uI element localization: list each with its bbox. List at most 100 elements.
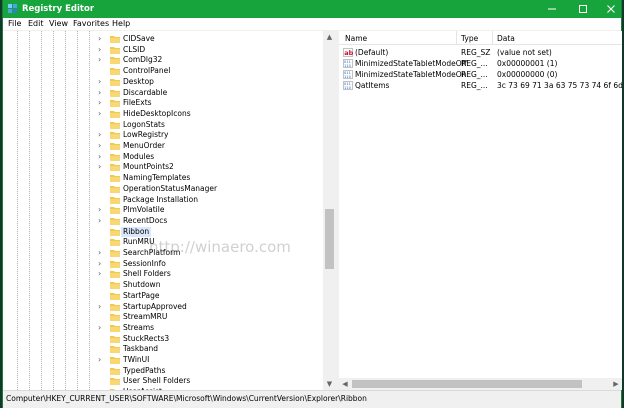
minimize-button[interactable]	[538, 0, 566, 18]
chevron-right-icon[interactable]: ›	[98, 162, 106, 172]
tree-item[interactable]: ControlPanel	[3, 66, 323, 77]
chevron-right-icon[interactable]: ›	[98, 302, 106, 312]
chevron-right-icon[interactable]: ›	[98, 130, 106, 140]
tree-item[interactable]: › TWinUI	[3, 355, 323, 366]
value-row[interactable]: 011 110 QatItems REG_... 3c 73 69 71 3a 63 7…	[339, 80, 622, 91]
tree-item-label: ComDlg32	[123, 55, 163, 65]
tree-item-label: User Shell Folders	[123, 376, 191, 386]
tree-item[interactable]: Shutdown	[3, 280, 323, 291]
tree-item[interactable]: Taskband	[3, 344, 323, 355]
tree-item-label: Package Installation	[123, 194, 199, 204]
tree-item-label: TypedPaths	[123, 365, 166, 375]
value-row[interactable]: ab (Default) REG_SZ (value not set)	[339, 47, 622, 58]
chevron-right-icon[interactable]: ›	[98, 248, 106, 258]
chevron-right-icon[interactable]: ›	[98, 269, 106, 279]
tree-scroll-thumb[interactable]	[325, 209, 334, 269]
tree-item[interactable]: LogonStats	[3, 120, 323, 131]
column-divider[interactable]	[456, 31, 457, 45]
close-icon	[607, 5, 615, 13]
tree-item[interactable]: StuckRects3	[3, 334, 323, 345]
title-bar[interactable]: Registry Editor	[3, 0, 621, 18]
folder-icon	[110, 68, 120, 76]
tree-item-label: HideDesktopIcons	[123, 108, 191, 118]
menu-file[interactable]: File	[8, 19, 21, 28]
chevron-right-icon[interactable]: ›	[98, 55, 106, 65]
tree-item-label: Taskband	[123, 344, 159, 354]
tree-item[interactable]: › RecentDocs	[3, 216, 323, 227]
close-button[interactable]	[597, 0, 624, 18]
folder-icon	[110, 282, 120, 290]
tree-item[interactable]: Ribbon	[3, 226, 323, 238]
tree-item[interactable]: › Discardable	[3, 88, 323, 99]
chevron-right-icon[interactable]: ›	[98, 323, 106, 333]
folder-icon	[110, 89, 120, 97]
scroll-up-arrow-icon[interactable]: ▲	[323, 31, 336, 43]
chevron-right-icon[interactable]: ›	[98, 152, 106, 162]
value-type-cell: REG_SZ	[461, 48, 491, 57]
tree-item-label: CLSID	[123, 44, 146, 54]
value-data-cell: 0x00000001 (1)	[497, 59, 558, 68]
folder-icon	[110, 153, 120, 161]
tree-item[interactable]: StreamMRU	[3, 312, 323, 323]
tree-item[interactable]: › Desktop	[3, 77, 323, 88]
value-row[interactable]: 011 110 MinimizedStateTabletModeOff REG_...…	[339, 58, 622, 69]
tree-item[interactable]: › Shell Folders	[3, 269, 323, 280]
tree-item[interactable]: › PlmVolatile	[3, 205, 323, 216]
tree-item[interactable]: › HideDesktopIcons	[3, 109, 323, 120]
chevron-right-icon[interactable]: ›	[98, 259, 106, 269]
tree-item-label: Ribbon	[121, 226, 152, 238]
tree-item[interactable]: › MountPoints2	[3, 162, 323, 173]
tree-item[interactable]: › FileExts	[3, 98, 323, 109]
values-scroll-thumb[interactable]	[352, 380, 582, 388]
tree-item[interactable]: › MenuOrder	[3, 141, 323, 152]
chevron-right-icon[interactable]: ›	[98, 98, 106, 108]
column-header-type[interactable]: Type	[461, 34, 478, 43]
key-tree-pane[interactable]: › CIDSave › CLSID › ComDlg32 ControlPanel › Desk…	[3, 31, 336, 390]
scroll-left-arrow-icon[interactable]: ◀	[339, 378, 351, 390]
tree-vertical-scrollbar[interactable]: ▲ ▼	[323, 31, 336, 390]
chevron-right-icon[interactable]: ›	[98, 109, 106, 119]
value-row[interactable]: 011 110 MinimizedStateTabletModeOn REG_... 0…	[339, 69, 622, 80]
menu-favorites[interactable]: Favorites	[73, 19, 109, 28]
scroll-right-arrow-icon[interactable]: ▶	[610, 378, 622, 390]
chevron-right-icon[interactable]: ›	[98, 88, 106, 98]
tree-item[interactable]: › CIDSave	[3, 34, 323, 45]
chevron-right-icon[interactable]: ›	[98, 77, 106, 87]
tree-item[interactable]: StartPage	[3, 291, 323, 302]
tree-item[interactable]: NamingTemplates	[3, 173, 323, 184]
tree-item[interactable]: User Shell Folders	[3, 376, 323, 387]
tree-item[interactable]: TypedPaths	[3, 366, 323, 377]
tree-item[interactable]: › CLSID	[3, 45, 323, 56]
values-horizontal-scrollbar[interactable]: ◀ ▶	[339, 378, 622, 390]
tree-item[interactable]: › ComDlg32	[3, 55, 323, 66]
value-type-cell: REG_...	[461, 59, 488, 68]
chevron-right-icon[interactable]: ›	[98, 355, 106, 365]
value-data-cell: 3c 73 69 71 3a 63 75 73 74 6f 6d 55 49	[497, 81, 622, 90]
menu-edit[interactable]: Edit	[28, 19, 44, 28]
maximize-icon	[579, 5, 587, 13]
chevron-right-icon[interactable]: ›	[98, 141, 106, 151]
chevron-right-icon[interactable]: ›	[98, 205, 106, 215]
tree-item[interactable]: OperationStatusManager	[3, 184, 323, 195]
menu-help[interactable]: Help	[112, 19, 130, 28]
tree-item[interactable]: › StartupApproved	[3, 302, 323, 313]
chevron-right-icon[interactable]: ›	[98, 45, 106, 55]
column-header-name[interactable]: Name	[345, 34, 367, 43]
column-header-data[interactable]: Data	[497, 34, 515, 43]
scroll-down-arrow-icon[interactable]: ▼	[323, 378, 336, 390]
column-divider[interactable]	[492, 31, 493, 45]
tree-item-label: Streams	[123, 322, 155, 332]
tree-item[interactable]: › SessionInfo	[3, 259, 323, 270]
tree-item-label: LogonStats	[123, 119, 165, 129]
tree-item[interactable]: › Modules	[3, 152, 323, 163]
folder-icon	[110, 271, 120, 279]
chevron-right-icon[interactable]: ›	[98, 34, 106, 44]
tree-item[interactable]: › Streams	[3, 323, 323, 334]
menu-view[interactable]: View	[49, 19, 68, 28]
maximize-button[interactable]	[569, 0, 597, 18]
folder-icon	[110, 57, 120, 65]
tree-item[interactable]: › LowRegistry	[3, 130, 323, 141]
values-pane[interactable]: Name Type Data ab (Default) REG_SZ (value n…	[339, 31, 622, 390]
chevron-right-icon[interactable]: ›	[98, 216, 106, 226]
tree-item[interactable]: Package Installation	[3, 195, 323, 206]
